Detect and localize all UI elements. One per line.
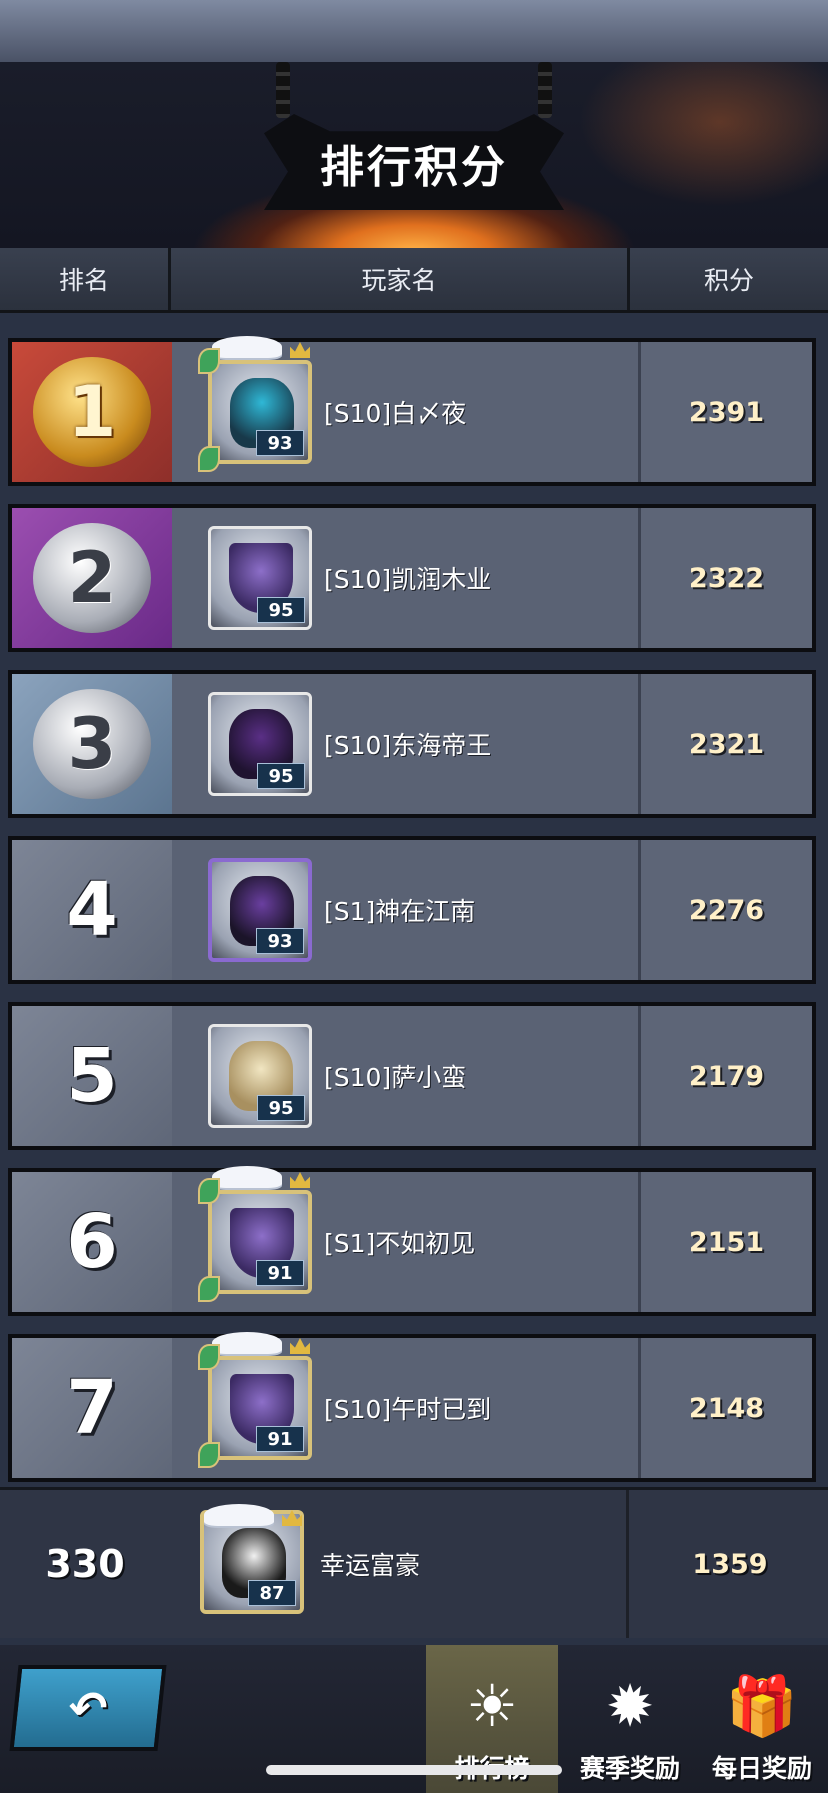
avatar[interactable]: 95: [208, 1024, 312, 1128]
player-cell: 95 [S10]萨小蛮: [172, 1006, 638, 1146]
player-column-header: 玩家名: [361, 266, 437, 295]
leaderboard-row[interactable]: 1 93 [S10]白〆夜 2391: [8, 336, 816, 486]
leaf-ornament-icon: [198, 446, 220, 472]
rank-cell: 5: [12, 1006, 172, 1146]
chain-right: [538, 62, 552, 118]
flame-emblem-icon: ✹: [605, 1672, 655, 1740]
gift-box-icon: 🎁: [725, 1672, 799, 1740]
leaderboard-banner: 排行积分: [0, 62, 828, 248]
score-column-header: 积分: [703, 266, 754, 295]
avatar[interactable]: 95: [208, 526, 312, 630]
rank-cell: 2: [12, 508, 172, 648]
player-name: [S10]午时已到: [324, 1395, 492, 1424]
level-badge: 95: [257, 1095, 305, 1121]
rank-number: 5: [66, 1033, 118, 1119]
leaf-ornament-icon: [198, 1442, 220, 1468]
bronze-medal-icon: 3: [33, 689, 151, 799]
leaderboard-row[interactable]: 4 93 [S1]神在江南 2276: [8, 836, 816, 984]
level-badge: 95: [257, 763, 305, 789]
my-rank-row: 330 87 幸运富豪 1359: [0, 1487, 828, 1638]
player-cell: 95 [S10]凯润木业: [172, 508, 638, 648]
score-value: 2151: [638, 1172, 812, 1312]
my-score-value: 1359: [626, 1490, 828, 1638]
player-name: [S1]不如初见: [324, 1229, 476, 1258]
avatar[interactable]: 95: [208, 692, 312, 796]
rank-cell: 7: [12, 1338, 172, 1478]
score-value: 2276: [638, 840, 812, 980]
wings-frame-icon: [204, 1504, 274, 1526]
wings-frame-icon: [212, 1166, 282, 1188]
top-strip: [0, 0, 828, 62]
rank-cell: 4: [12, 840, 172, 980]
player-name: [S10]萨小蛮: [324, 1063, 467, 1092]
score-value: 2322: [638, 508, 812, 648]
wings-frame-icon: [212, 336, 282, 358]
rank-column-header: 排名: [58, 266, 109, 295]
rank-number: 6: [66, 1199, 118, 1285]
crown-icon: [290, 1172, 310, 1188]
player-cell: 91 [S1]不如初见: [172, 1166, 638, 1312]
player-name: [S10]东海帝王: [324, 731, 492, 760]
leaderboard-row[interactable]: 3 95 [S10]东海帝王 2321: [8, 670, 816, 818]
rank-cell: 1: [12, 342, 172, 482]
player-name: [S10]白〆夜: [324, 399, 467, 428]
tab-season-rewards[interactable]: ✹ 赛季奖励: [564, 1645, 696, 1793]
score-value: 2321: [638, 674, 812, 814]
player-cell: 93 [S10]白〆夜: [172, 336, 638, 482]
level-badge: 91: [256, 1260, 304, 1286]
page-title: 排行积分: [320, 142, 508, 193]
rank-number: 7: [66, 1365, 118, 1451]
score-value: 2391: [638, 342, 812, 482]
leaderboard-row[interactable]: 7 91 [S10]午时已到 2148: [8, 1332, 816, 1482]
avatar[interactable]: 93: [208, 360, 312, 464]
avatar[interactable]: 91: [208, 1356, 312, 1460]
level-badge: 91: [256, 1426, 304, 1452]
tab-label: 每日奖励: [711, 1754, 812, 1783]
crown-icon: [290, 1338, 310, 1354]
leaderboard-row[interactable]: 2 95 [S10]凯润木业 2322: [8, 504, 816, 652]
player-cell: 93 [S1]神在江南: [172, 840, 638, 980]
leaderboard-row[interactable]: 5 95 [S10]萨小蛮 2179: [8, 1002, 816, 1150]
home-indicator[interactable]: [266, 1765, 562, 1775]
my-rank-number: 330: [45, 1542, 125, 1586]
score-value: 2148: [638, 1338, 812, 1478]
player-name: [S1]神在江南: [324, 897, 476, 926]
gold-medal-icon: 1: [33, 357, 151, 467]
back-button[interactable]: ↶: [9, 1665, 167, 1751]
wings-frame-icon: [212, 1332, 282, 1354]
tab-label: 赛季奖励: [579, 1754, 680, 1783]
level-badge: 87: [248, 1580, 296, 1606]
avatar[interactable]: 91: [208, 1190, 312, 1294]
rank-number: 4: [66, 867, 118, 953]
player-cell: 91 [S10]午时已到: [172, 1332, 638, 1478]
rank-cell: 3: [12, 674, 172, 814]
leaderboard-row[interactable]: 6 91 [S1]不如初见 2151: [8, 1166, 816, 1316]
leaf-ornament-icon: [198, 1344, 220, 1370]
column-header-row: 排名 玩家名 积分: [0, 248, 828, 313]
silver-medal-icon: 2: [33, 523, 151, 633]
avatar[interactable]: 93: [208, 858, 312, 962]
sun-icon: ☀: [466, 1672, 518, 1740]
level-badge: 95: [257, 597, 305, 623]
my-player-name: 幸运富豪: [320, 1551, 421, 1580]
level-badge: 93: [256, 430, 304, 456]
player-name: [S10]凯润木业: [324, 565, 492, 594]
tab-daily-rewards[interactable]: 🎁 每日奖励: [696, 1645, 828, 1793]
rank-cell: 6: [12, 1172, 172, 1312]
chain-left: [276, 62, 290, 118]
crown-icon: [290, 342, 310, 358]
score-value: 2179: [638, 1006, 812, 1146]
back-arrow-icon: ↶: [65, 1681, 111, 1735]
player-cell: 95 [S10]东海帝王: [172, 674, 638, 814]
leaf-ornament-icon: [198, 1276, 220, 1302]
leaf-ornament-icon: [198, 1178, 220, 1204]
level-badge: 93: [256, 928, 304, 954]
leaf-ornament-icon: [198, 348, 220, 374]
